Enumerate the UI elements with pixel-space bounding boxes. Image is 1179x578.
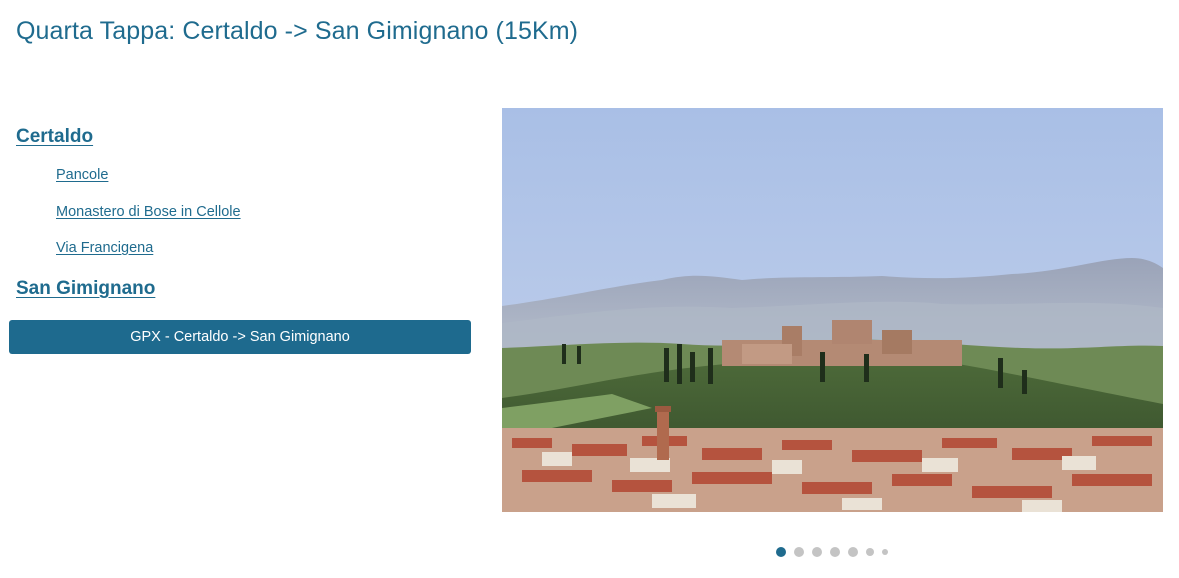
list-item: Via Francigena bbox=[56, 240, 241, 277]
waypoint-link-monastero-bose[interactable]: Monastero di Bose in Cellole bbox=[56, 204, 241, 220]
stop-link-san-gimignano[interactable]: San Gimignano bbox=[16, 278, 155, 300]
carousel-pagination bbox=[776, 546, 888, 558]
carousel-dot-7[interactable] bbox=[882, 549, 888, 555]
carousel-dot-4[interactable] bbox=[830, 547, 840, 557]
gpx-download-button[interactable]: GPX - Certaldo -> San Gimignano bbox=[9, 320, 471, 354]
carousel-dot-5[interactable] bbox=[848, 547, 858, 557]
waypoint-link-pancole[interactable]: Pancole bbox=[56, 167, 108, 183]
carousel-dot-2[interactable] bbox=[794, 547, 804, 557]
page: Quarta Tappa: Certaldo -> San Gimignano … bbox=[0, 0, 1179, 578]
itinerary-panel: Certaldo Pancole Monastero di Bose in Ce… bbox=[0, 0, 480, 578]
list-item: Monastero di Bose in Cellole bbox=[56, 204, 241, 241]
carousel-dot-6[interactable] bbox=[866, 548, 874, 556]
carousel-slide-image bbox=[502, 108, 1163, 512]
list-item: Pancole bbox=[56, 167, 241, 204]
carousel-dot-1[interactable] bbox=[776, 547, 786, 557]
stop-link-certaldo[interactable]: Certaldo bbox=[16, 126, 93, 148]
waypoint-link-via-francigena[interactable]: Via Francigena bbox=[56, 240, 153, 256]
photo-carousel[interactable] bbox=[502, 108, 1163, 512]
waypoint-list: Pancole Monastero di Bose in Cellole Via… bbox=[56, 167, 241, 277]
carousel-dot-3[interactable] bbox=[812, 547, 822, 557]
